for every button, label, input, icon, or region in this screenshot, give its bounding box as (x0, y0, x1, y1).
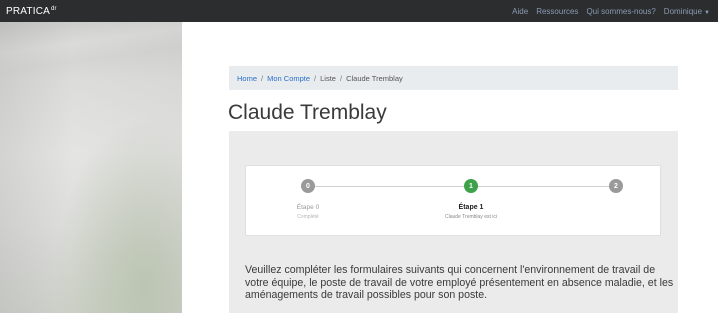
progress-stepper: 0 Étape 0 Complété 1 Étape 1 Claude Trem… (245, 165, 661, 236)
user-menu-dropdown[interactable]: Dominique ▼ (664, 7, 710, 16)
top-navbar: PRATICAdr Aide Ressources Qui sommes-nou… (0, 0, 718, 22)
breadcrumb-home[interactable]: Home (237, 74, 257, 83)
caret-down-icon: ▼ (704, 9, 710, 16)
step-0-status: Complété (297, 214, 319, 220)
breadcrumb-separator: / (314, 73, 317, 83)
stepper-connector (471, 186, 614, 187)
step-1-circle[interactable]: 1 (464, 179, 478, 193)
user-menu-label: Dominique (663, 6, 703, 16)
breadcrumb-separator: / (339, 73, 343, 83)
breadcrumb-mon-compte[interactable]: Mon Compte (267, 74, 310, 83)
step-1-label: Étape 1 (458, 204, 484, 211)
top-nav-links: Aide Ressources Qui sommes-nous? Dominiq… (512, 7, 710, 16)
brand-name: PRATICA (6, 5, 50, 17)
nav-link-ressources[interactable]: Ressources (536, 7, 578, 16)
breadcrumb: Home / Mon Compte / Liste / Claude Tremb… (229, 66, 678, 90)
breadcrumb-current: Claude Tremblay (346, 73, 403, 83)
background-photo-shade (0, 22, 182, 313)
instructions-text: Veuillez compléter les formulaires suiva… (245, 264, 674, 301)
brand-superscript: dr (51, 5, 57, 12)
breadcrumb-separator: / (261, 73, 264, 83)
breadcrumb-liste[interactable]: Liste (320, 74, 336, 83)
step-2-circle[interactable]: 2 (609, 179, 623, 193)
stepper-connector (314, 186, 464, 187)
page-title: Claude Tremblay (228, 101, 387, 124)
step-1-status: Claude Tremblay est ici (445, 214, 497, 220)
step-0-label: Étape 0 (296, 204, 320, 211)
brand-logo[interactable]: PRATICAdr (6, 6, 57, 17)
background-photo (0, 22, 182, 313)
nav-link-qui-sommes-nous[interactable]: Qui sommes-nous? (586, 7, 655, 16)
step-0-circle[interactable]: 0 (301, 179, 315, 193)
nav-link-aide[interactable]: Aide (512, 7, 528, 16)
